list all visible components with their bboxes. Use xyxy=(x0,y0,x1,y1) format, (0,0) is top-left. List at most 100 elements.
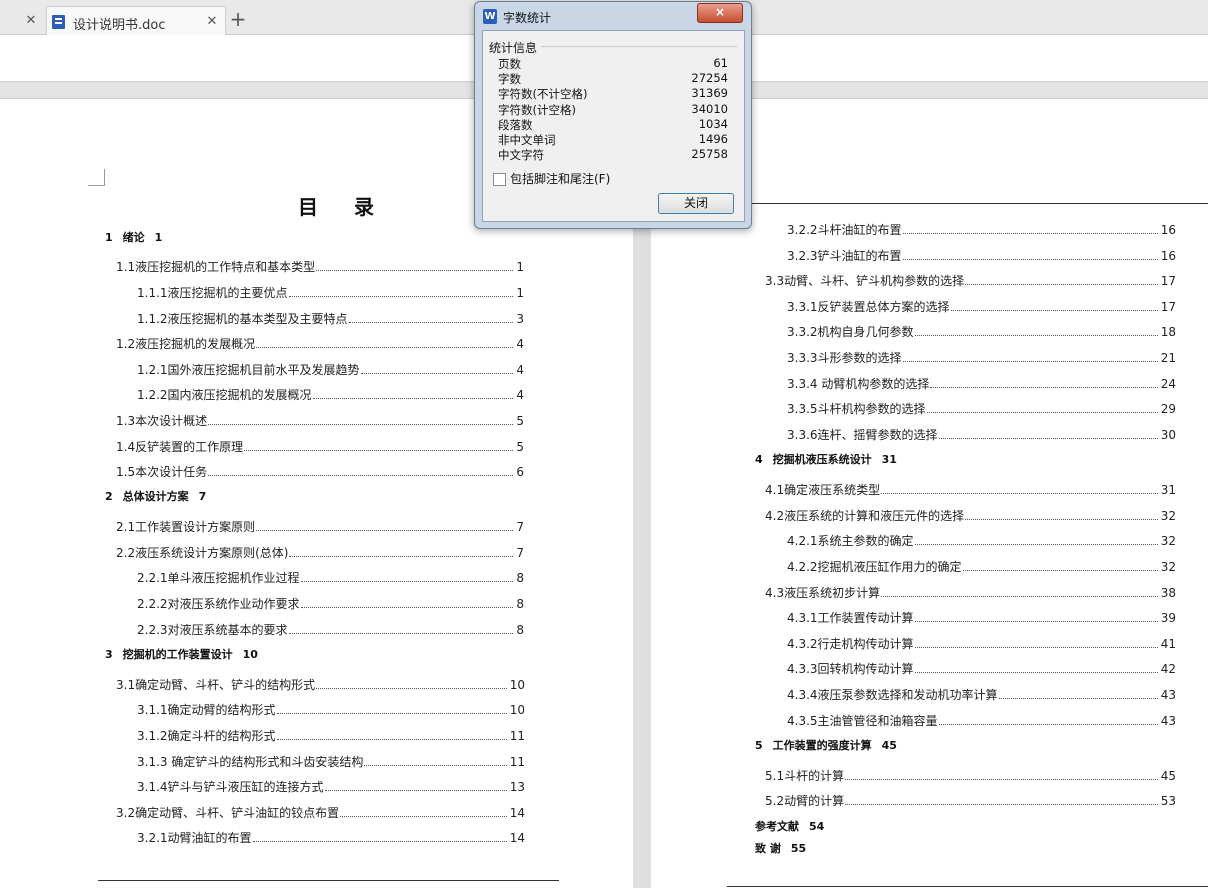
toc-chapter-heading[interactable]: 5 工作装置的强度计算 45 xyxy=(755,737,897,753)
toc-entry[interactable]: 3.1确定动臂、斗杆、铲斗的结构形式 10 xyxy=(116,676,525,693)
add-tab-icon[interactable]: + xyxy=(228,9,248,30)
toc-leader-dots xyxy=(288,632,514,634)
toc-entry-page: 11 xyxy=(509,755,525,769)
toc-entry[interactable]: 4.3液压系统初步计算 38 xyxy=(765,584,1176,601)
toc-entry[interactable]: 3.3.4 动臂机构参数的选择 24 xyxy=(787,375,1176,392)
toc-entry-page: 11 xyxy=(509,729,525,743)
include-footnotes-label[interactable]: 包括脚注和尾注(F) xyxy=(510,170,610,187)
toc-entry-text: 4.2.1系统主参数的确定 xyxy=(787,534,914,548)
dialog-titlebar[interactable]: W 字数统计 × xyxy=(475,2,751,30)
toc-entry-text: 1.1.2液压挖掘机的基本类型及主要特点 xyxy=(137,312,348,326)
toc-entry[interactable]: 3.3动臂、斗杆、铲斗机构参数的选择 17 xyxy=(765,272,1176,289)
toc-chapter-heading[interactable]: 致 谢 55 xyxy=(755,840,806,856)
toc-entry[interactable]: 3.3.2机构自身几何参数 18 xyxy=(787,323,1176,340)
toc-entry[interactable]: 1.2.2国内液压挖掘机的发展概况 4 xyxy=(137,386,524,403)
toc-entry[interactable]: 4.2.2挖掘机液压缸作用力的确定 32 xyxy=(787,558,1176,575)
tab-home[interactable]: ✕ xyxy=(0,6,44,34)
toc-entry[interactable]: 3.2.2斗杆油缸的布置 16 xyxy=(787,221,1176,238)
toc-leader-dots xyxy=(288,295,514,297)
chapter-page: 10 xyxy=(242,648,258,661)
toc-chapter-heading[interactable]: 参考文献 54 xyxy=(755,818,824,834)
toc-entry[interactable]: 2.1工作装置设计方案原则 7 xyxy=(116,518,524,535)
dialog-body: 统计信息 页数 61 字数 27254 字符数(不计空格) 31369 字符数(计空格) 34… xyxy=(482,30,745,222)
tab-document[interactable]: 设计说明书.doc ✕ xyxy=(46,6,226,35)
toc-entry[interactable]: 4.3.3回转机构传动计算 42 xyxy=(787,660,1176,677)
toc-entry[interactable]: 1.4反铲装置的工作原理 5 xyxy=(116,438,524,455)
toc-entry-page: 14 xyxy=(509,831,525,845)
chapter-page: 7 xyxy=(198,490,207,503)
toc-entry-page: 17 xyxy=(1160,300,1176,314)
group-label: 统计信息 xyxy=(489,39,542,56)
toc-chapter-heading[interactable]: 1 绪论 1 xyxy=(105,229,162,245)
toc-entry-text: 3.2确定动臂、斗杆、铲斗油缸的铰点布置 xyxy=(116,806,340,820)
toc-entry[interactable]: 3.1.1确定动臂的结构形式 10 xyxy=(137,701,525,718)
stat-row: 字符数(计空格) 34010 xyxy=(498,102,728,117)
toc-entry[interactable]: 2.2.2对液压系统作业动作要求 8 xyxy=(137,595,524,612)
toc-entry-page: 6 xyxy=(516,465,524,479)
dialog-close-button[interactable]: × xyxy=(697,3,743,23)
toc-entry-text: 4.3.2行走机构传动计算 xyxy=(787,637,914,651)
include-footnotes-checkbox[interactable] xyxy=(493,173,506,186)
toc-entry[interactable]: 1.2.1国外液压挖掘机目前水平及发展趋势 4 xyxy=(137,361,524,378)
toc-entry[interactable]: 4.3.4液压泵参数选择和发动机功率计算 43 xyxy=(787,686,1176,703)
toc-leader-dots xyxy=(316,687,507,689)
toc-leader-dots xyxy=(902,360,1158,362)
toc-chapter-heading[interactable]: 3 挖掘机的工作装置设计 10 xyxy=(105,646,258,662)
toc-entry[interactable]: 3.2.3铲斗油缸的布置 16 xyxy=(787,247,1176,264)
toc-entry[interactable]: 4.3.1工作装置传动计算 39 xyxy=(787,609,1176,626)
toc-chapter-heading[interactable]: 2 总体设计方案 7 xyxy=(105,488,206,504)
toc-entry[interactable]: 3.3.1反铲装置总体方案的选择 17 xyxy=(787,298,1176,315)
toc-leader-dots xyxy=(962,569,1158,571)
toc-leader-dots xyxy=(348,321,514,323)
footer-rule xyxy=(727,886,1208,887)
close-icon[interactable]: ✕ xyxy=(205,15,219,29)
toc-entry[interactable]: 2.2.1单斗液压挖掘机作业过程 8 xyxy=(137,569,524,586)
toc-entry-page: 1 xyxy=(516,286,524,300)
toc-entry-text: 4.2液压系统的计算和液压元件的选择 xyxy=(765,509,965,523)
toc-entry[interactable]: 3.1.4铲斗与铲斗液压缸的连接方式 13 xyxy=(137,778,525,795)
stat-row: 字数 27254 xyxy=(498,71,728,86)
chapter-title: 工作装置的强度计算 xyxy=(772,739,872,752)
toc-entry[interactable]: 3.3.6连杆、摇臂参数的选择 30 xyxy=(787,426,1176,443)
toc-entry-text: 3.1确定动臂、斗杆、铲斗的结构形式 xyxy=(116,678,316,692)
toc-entry[interactable]: 3.2确定动臂、斗杆、铲斗油缸的铰点布置 14 xyxy=(116,804,525,821)
dialog-title: 字数统计 xyxy=(503,11,552,25)
chapter-page: 1 xyxy=(154,231,163,244)
toc-entry-page: 32 xyxy=(1160,509,1176,523)
toc-entry[interactable]: 1.1.2液压挖掘机的基本类型及主要特点 3 xyxy=(137,310,524,327)
toc-entry-page: 4 xyxy=(516,388,524,402)
toc-entry[interactable]: 4.2液压系统的计算和液压元件的选择 32 xyxy=(765,507,1176,524)
toc-entry-text: 1.4反铲装置的工作原理 xyxy=(116,440,244,454)
toc-entry[interactable]: 5.1斗杆的计算 45 xyxy=(765,767,1176,784)
toc-entry[interactable]: 3.1.3 确定铲斗的结构形式和斗齿安装结构 11 xyxy=(137,753,525,770)
toc-entry-page: 7 xyxy=(516,520,524,534)
toc-entry[interactable]: 4.1确定液压系统类型 31 xyxy=(765,481,1176,498)
toc-entry[interactable]: 1.2液压挖掘机的发展概况 4 xyxy=(116,335,524,352)
close-button[interactable]: 关闭 xyxy=(658,193,734,214)
toc-leader-dots xyxy=(938,723,1158,725)
toc-entry[interactable]: 1.1液压挖掘机的工作特点和基本类型 1 xyxy=(116,258,524,275)
toc-entry[interactable]: 4.2.1系统主参数的确定 32 xyxy=(787,532,1176,549)
chapter-title: 总体设计方案 xyxy=(122,490,189,503)
toc-entry[interactable]: 1.5本次设计任务 6 xyxy=(116,463,524,480)
toc-entry-text: 1.2液压挖掘机的发展概况 xyxy=(116,337,256,351)
toc-entry-page: 30 xyxy=(1160,428,1176,442)
toc-entry[interactable]: 1.1.1液压挖掘机的主要优点 1 xyxy=(137,284,524,301)
toc-entry[interactable]: 5.2动臂的计算 53 xyxy=(765,792,1176,809)
close-icon[interactable]: ✕ xyxy=(24,14,38,28)
toc-entry[interactable]: 2.2.3对液压系统基本的要求 8 xyxy=(137,621,524,638)
toc-entry-text: 2.1工作装置设计方案原则 xyxy=(116,520,256,534)
toc-entry[interactable]: 4.3.5主油管管径和油箱容量 43 xyxy=(787,712,1176,729)
toc-entry-page: 4 xyxy=(516,363,524,377)
toc-entry[interactable]: 3.3.3斗形参数的选择 21 xyxy=(787,349,1176,366)
stat-row: 段落数 1034 xyxy=(498,117,728,132)
toc-chapter-heading[interactable]: 4 挖掘机液压系统设计 31 xyxy=(755,451,897,467)
toc-entry[interactable]: 4.3.2行走机构传动计算 41 xyxy=(787,635,1176,652)
toc-entry[interactable]: 3.1.2确定斗杆的结构形式 11 xyxy=(137,727,525,744)
toc-entry[interactable]: 3.2.1动臂油缸的布置 14 xyxy=(137,829,525,846)
toc-entry[interactable]: 3.3.5斗杆机构参数的选择 29 xyxy=(787,400,1176,417)
toc-entry[interactable]: 1.3本次设计概述 5 xyxy=(116,412,524,429)
toc-entry[interactable]: 2.2液压系统设计方案原则(总体) 7 xyxy=(116,544,524,561)
toc-entry-page: 13 xyxy=(509,780,525,794)
toc-leader-dots xyxy=(926,411,1158,413)
